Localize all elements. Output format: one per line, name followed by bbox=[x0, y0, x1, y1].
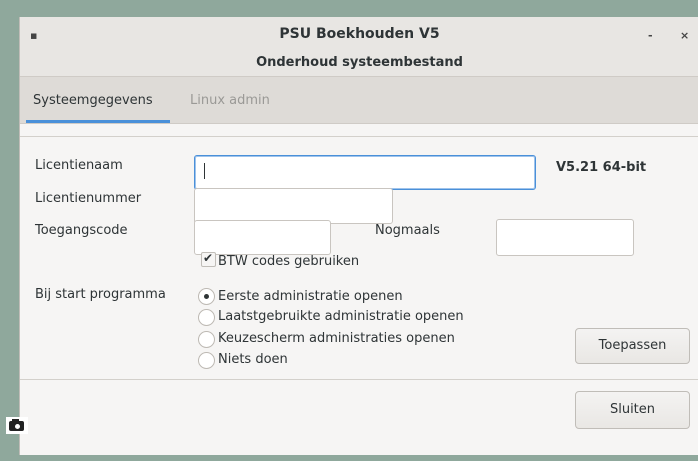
radio-niets-doen[interactable] bbox=[198, 352, 215, 369]
camera-icon[interactable] bbox=[6, 417, 28, 434]
radio-eerste-administratie[interactable] bbox=[198, 288, 215, 305]
divider bbox=[20, 136, 698, 137]
radio-keuzescherm-administraties[interactable] bbox=[198, 331, 215, 348]
toegangscode-input[interactable] bbox=[194, 220, 331, 255]
tab-systeemgegevens[interactable]: Systeemgegevens bbox=[33, 93, 153, 108]
dialog-window: ▪ PSU Boekhouden V5 Onderhoud systeembes… bbox=[19, 17, 698, 455]
toegangscode-label: Toegangscode bbox=[35, 223, 128, 238]
close-button[interactable]: Sluiten bbox=[575, 391, 690, 429]
option-eerste-administratie[interactable]: Eerste administratie openen bbox=[218, 289, 403, 304]
licentienummer-input[interactable] bbox=[194, 188, 393, 224]
apply-button[interactable]: Toepassen bbox=[575, 328, 690, 364]
version-label: V5.21 64-bit bbox=[556, 160, 647, 175]
radio-laatstgebruikte-administratie[interactable] bbox=[198, 309, 215, 326]
licentienaam-input[interactable] bbox=[194, 155, 536, 190]
nogmaals-input[interactable] bbox=[496, 219, 634, 256]
close-icon[interactable]: × bbox=[680, 29, 689, 42]
minimize-icon[interactable]: - bbox=[648, 29, 653, 42]
btw-label[interactable]: BTW codes gebruiken bbox=[218, 254, 359, 269]
start-program-label: Bij start programma bbox=[35, 287, 166, 302]
option-niets-doen[interactable]: Niets doen bbox=[218, 352, 288, 367]
camera-icon-lens bbox=[14, 423, 21, 430]
tab-linux-admin[interactable]: Linux admin bbox=[190, 93, 270, 108]
window-title: PSU Boekhouden V5 bbox=[279, 26, 440, 42]
licentienaam-label: Licentienaam bbox=[35, 158, 123, 173]
option-laatstgebruikte-administratie[interactable]: Laatstgebruikte administratie openen bbox=[218, 309, 464, 324]
active-tab-indicator bbox=[26, 120, 170, 123]
divider bbox=[20, 379, 698, 380]
tab-bar: Systeemgegevens Linux admin bbox=[20, 77, 698, 124]
btw-checkbox[interactable] bbox=[201, 251, 216, 267]
text-caret bbox=[204, 163, 205, 179]
option-keuzescherm-administraties[interactable]: Keuzescherm administraties openen bbox=[218, 331, 455, 346]
title-bar: ▪ PSU Boekhouden V5 Onderhoud systeembes… bbox=[20, 17, 698, 77]
licentienummer-label: Licentienummer bbox=[35, 191, 142, 206]
nogmaals-label: Nogmaals bbox=[375, 223, 440, 238]
window-subtitle: Onderhoud systeembestand bbox=[256, 55, 463, 70]
